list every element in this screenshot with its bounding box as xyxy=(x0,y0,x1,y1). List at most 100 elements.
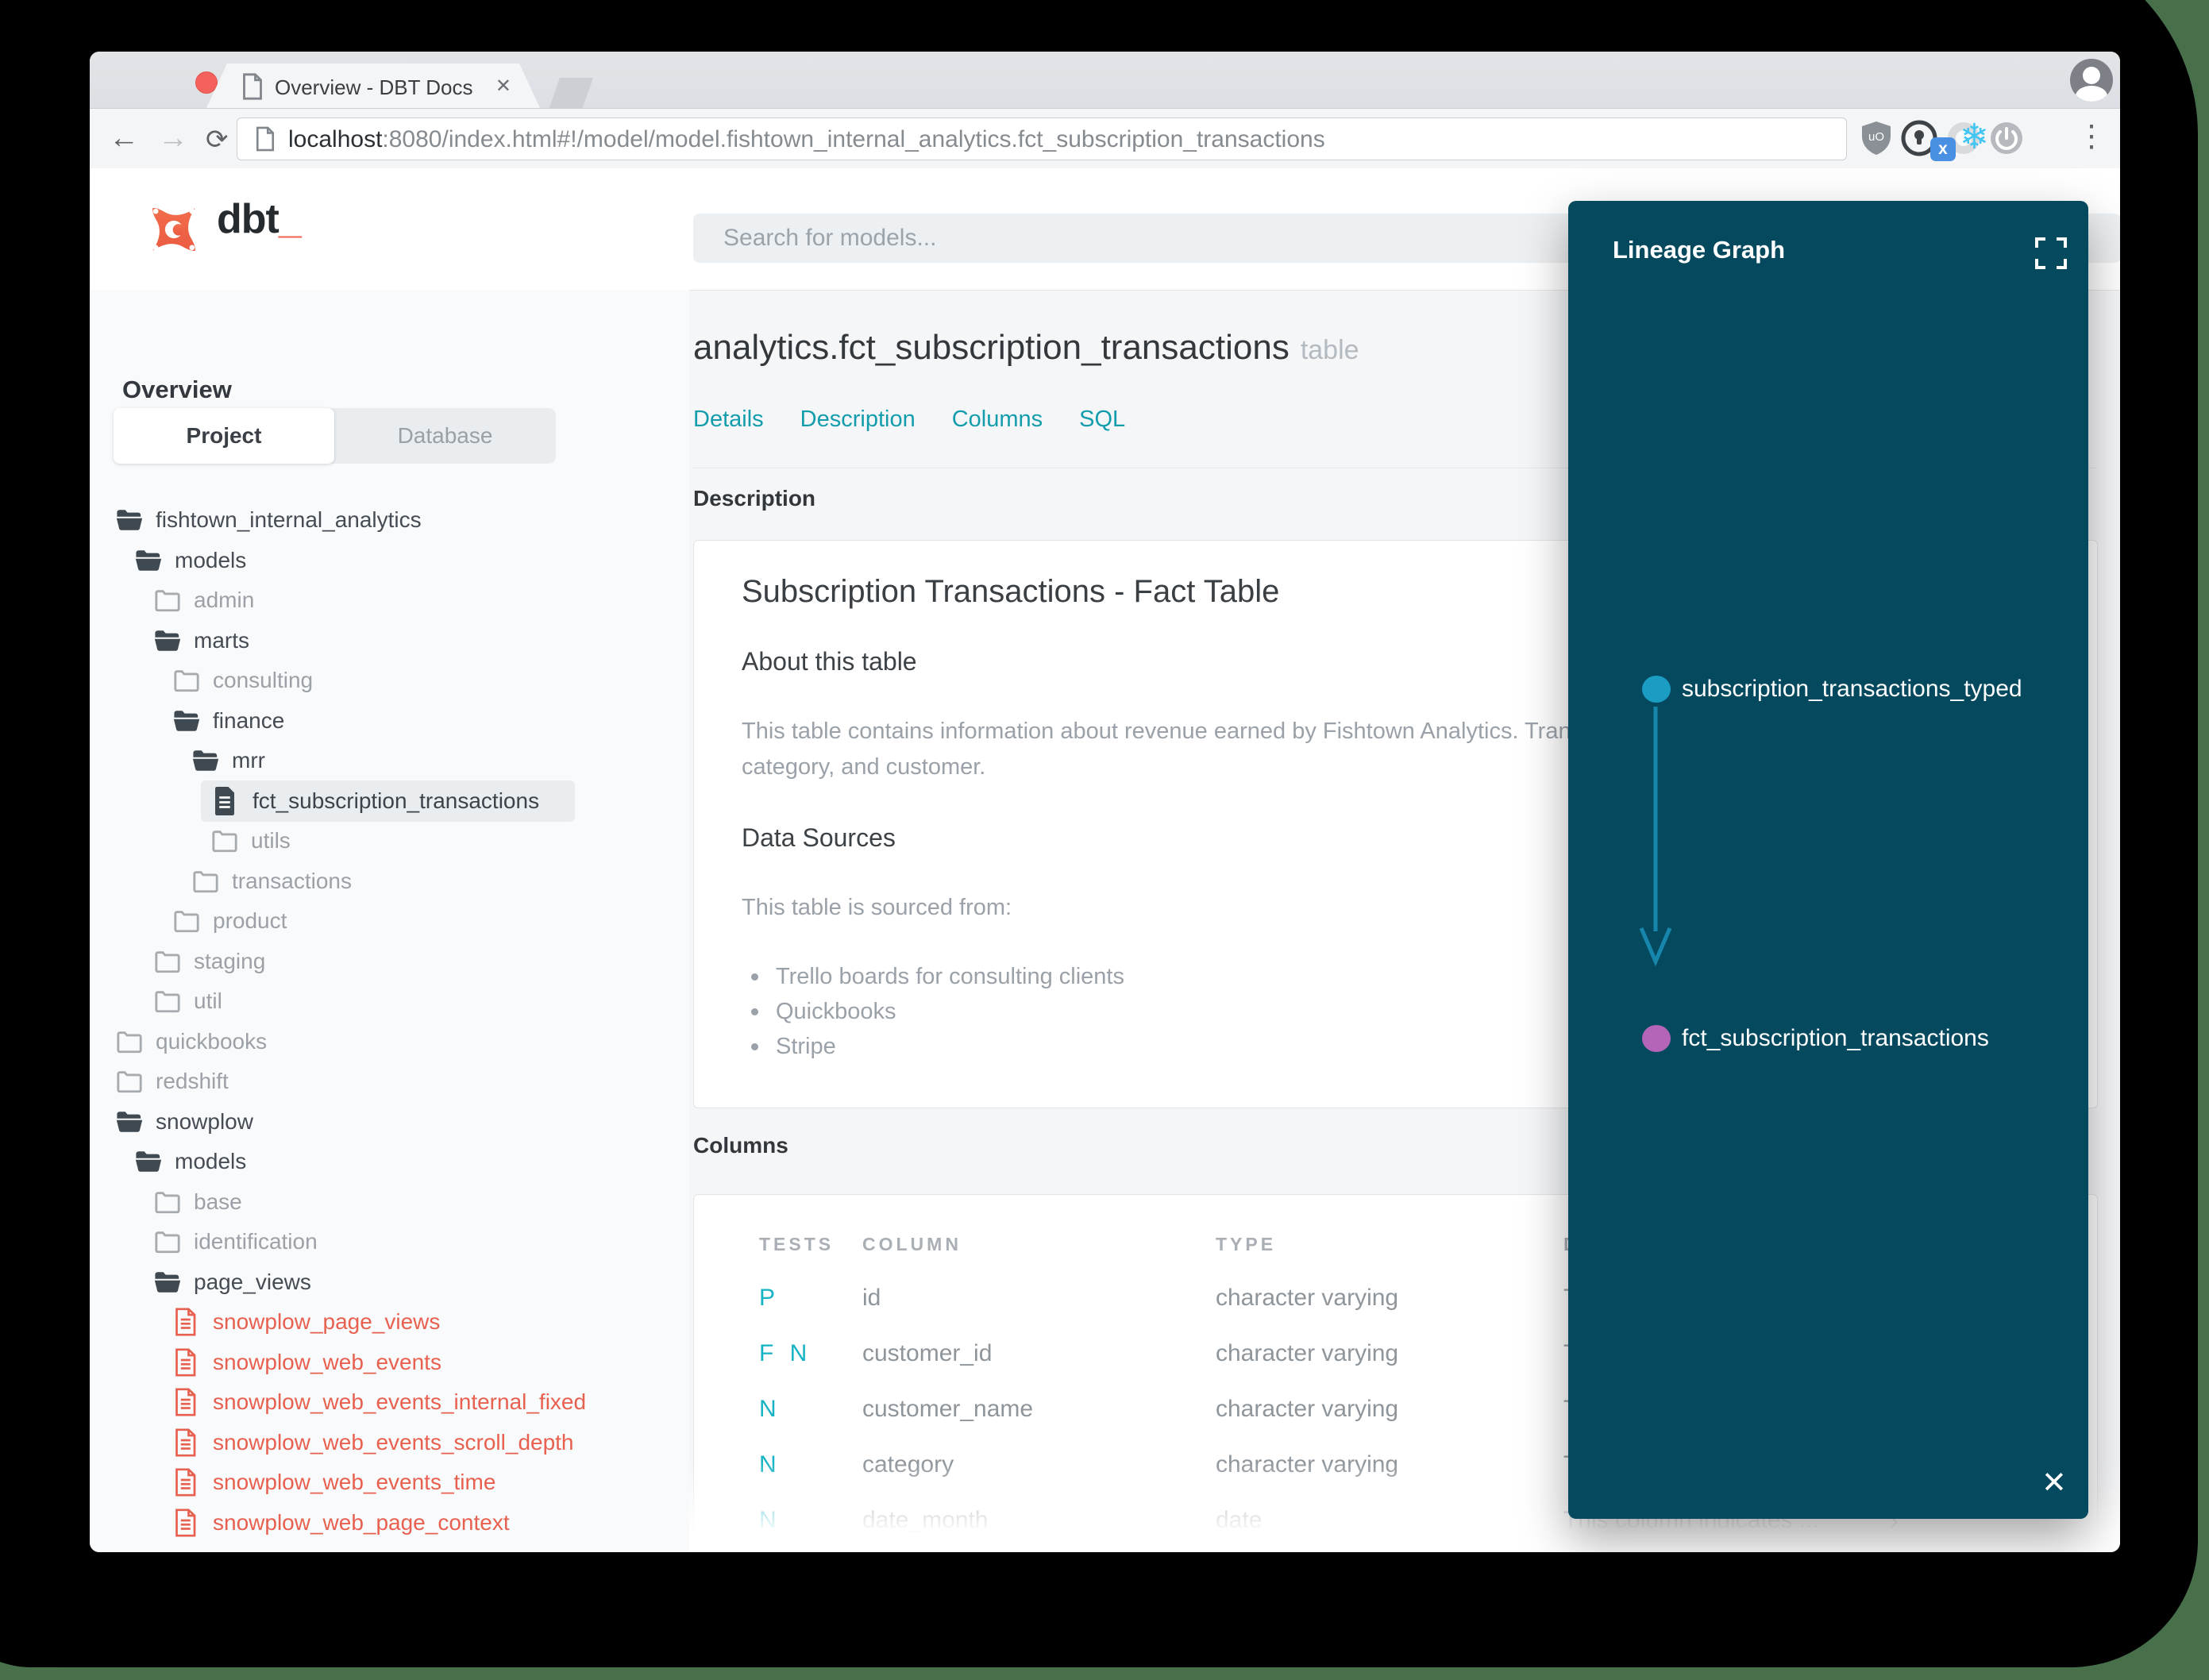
logo-cursor: _ xyxy=(278,196,302,242)
tree-item-snowplow_web_events_internal_fixed[interactable]: snowplow_web_events_internal_fixed xyxy=(173,1381,586,1423)
col-header-tests: TESTS xyxy=(759,1234,835,1254)
lineage-edge-arrow xyxy=(1639,707,1672,967)
tab-title: Overview - DBT Docs xyxy=(275,75,473,99)
folder-open-icon xyxy=(192,747,219,774)
doc-red-icon xyxy=(173,1308,200,1336)
bullet-icon xyxy=(751,1008,758,1015)
lineage-graph-panel: Lineage Graph subscription_transactions_… xyxy=(1568,201,2088,1519)
tree-item-snowplow[interactable]: snowplow xyxy=(116,1101,253,1142)
doc-red-icon xyxy=(173,1508,200,1537)
tab-description[interactable]: Description xyxy=(800,407,916,433)
resource-type-badge: table xyxy=(1300,335,1359,365)
sidebar-heading: Overview xyxy=(122,376,232,403)
folder-icon xyxy=(154,1189,181,1216)
page-icon xyxy=(255,126,276,156)
lineage-title: Lineage Graph xyxy=(1613,236,1786,264)
browser-menu-icon[interactable]: ⋮ xyxy=(2076,118,2107,154)
folder-open-icon xyxy=(135,547,162,574)
browser-window: Overview - DBT Docs ✕ ← → ⟳ localhost:80… xyxy=(90,52,2120,1552)
folder-icon xyxy=(173,907,200,934)
folder-open-icon xyxy=(116,1108,143,1135)
url-bar[interactable]: localhost:8080/index.html#!/model/model.… xyxy=(237,118,1847,160)
source-list-item: Quickbooks xyxy=(751,999,896,1025)
tree-item-models[interactable]: models xyxy=(135,1141,246,1182)
power-extension-icon[interactable] xyxy=(1987,119,2026,157)
tree-item-models[interactable]: models xyxy=(135,540,246,581)
browser-tab[interactable]: Overview - DBT Docs ✕ xyxy=(206,64,540,108)
avatar-head xyxy=(2083,67,2100,84)
column-tests: P xyxy=(759,1285,781,1311)
tree-item-page_views[interactable]: page_views xyxy=(154,1262,311,1303)
tree-item-finance[interactable]: finance xyxy=(173,700,284,742)
lineage-node-fct_subscription_transactions[interactable]: fct_subscription_transactions xyxy=(1642,1021,1989,1056)
lineage-node-subscription_transactions_typed[interactable]: subscription_transactions_typed xyxy=(1642,672,2022,707)
tree-item-consulting[interactable]: consulting xyxy=(173,660,313,701)
tree-item-mrr[interactable]: mrr xyxy=(192,740,265,781)
browser-toolbar: ← → ⟳ localhost:8080/index.html#!/model/… xyxy=(90,109,2120,169)
fullscreen-icon[interactable] xyxy=(2034,236,2068,271)
doc-icon xyxy=(213,786,240,815)
back-icon[interactable]: ← xyxy=(109,123,139,153)
url-path: :8080/index.html#!/model/model.fishtown_… xyxy=(382,126,1325,152)
source-list-item: Trello boards for consulting clients xyxy=(751,964,1124,990)
node-circle-icon xyxy=(1642,1025,1671,1052)
doc-red-icon xyxy=(173,1428,200,1457)
tree-item-fishtown_internal_analytics[interactable]: fishtown_internal_analytics xyxy=(116,499,422,541)
folder-icon xyxy=(154,1228,181,1255)
tree-item-redshift[interactable]: redshift xyxy=(116,1061,229,1102)
col-header-column: COLUMN xyxy=(862,1234,962,1254)
doc-red-icon xyxy=(173,1468,200,1497)
tab-project[interactable]: Project xyxy=(114,408,334,464)
tree-item-snowplow_web_page_context[interactable]: snowplow_web_page_context xyxy=(173,1502,510,1543)
tree-item-identification[interactable]: identification xyxy=(154,1221,318,1262)
tree-item-admin[interactable]: admin xyxy=(154,580,254,621)
tree-item-snowplow_web_events_scroll_depth[interactable]: snowplow_web_events_scroll_depth xyxy=(173,1422,574,1463)
bullet-icon xyxy=(751,973,758,981)
dbt-logo-icon[interactable] xyxy=(143,198,205,264)
bullet-icon xyxy=(751,1043,758,1050)
new-tab-button[interactable] xyxy=(549,78,593,110)
column-type: character varying xyxy=(1216,1396,1399,1422)
close-icon[interactable]: ✕ xyxy=(2041,1465,2067,1501)
profile-avatar[interactable] xyxy=(2070,59,2113,102)
about-paragraph-line2: category, and customer. xyxy=(742,754,986,780)
tree-item-transactions[interactable]: transactions xyxy=(192,861,352,902)
tab-sql[interactable]: SQL xyxy=(1079,407,1125,433)
desktop: Overview - DBT Docs ✕ ← → ⟳ localhost:80… xyxy=(0,0,2209,1680)
tree-item-snowplow_web_events_time[interactable]: snowplow_web_events_time xyxy=(173,1462,495,1503)
close-window-button[interactable] xyxy=(195,71,218,94)
column-tests: N xyxy=(759,1396,781,1422)
tab-close-icon[interactable]: ✕ xyxy=(495,75,511,98)
extension-badge: x xyxy=(1930,137,1956,161)
doc-red-icon xyxy=(173,1388,200,1416)
tree-item-quickbooks[interactable]: quickbooks xyxy=(116,1021,267,1062)
folder-icon xyxy=(154,587,181,614)
tree-item-marts[interactable]: marts xyxy=(154,620,249,661)
snowflake-icon[interactable]: ❄ xyxy=(1960,117,1989,157)
description-section-label: Description xyxy=(693,486,816,511)
tree-item-util[interactable]: util xyxy=(154,981,222,1022)
avatar-body xyxy=(2076,86,2107,102)
forward-icon[interactable]: → xyxy=(158,123,188,153)
folder-icon xyxy=(192,868,219,895)
col-header-type: TYPE xyxy=(1216,1234,1277,1254)
folder-open-icon xyxy=(154,627,181,654)
tree-item-utils[interactable]: utils xyxy=(211,820,291,861)
tree-item-staging[interactable]: staging xyxy=(154,941,265,982)
folder-icon xyxy=(116,1068,143,1095)
tab-columns[interactable]: Columns xyxy=(952,407,1043,433)
tab-database[interactable]: Database xyxy=(334,408,556,464)
folder-icon xyxy=(154,988,181,1015)
ublock-shield-icon[interactable]: uO xyxy=(1857,119,1895,157)
tree-item-base[interactable]: base xyxy=(154,1181,242,1223)
sources-intro: This table is sourced from: xyxy=(742,895,1012,920)
tree-item-product[interactable]: product xyxy=(173,900,287,942)
tree-item-snowplow_web_events[interactable]: snowplow_web_events xyxy=(173,1342,441,1383)
tree-item-snowplow_page_views[interactable]: snowplow_page_views xyxy=(173,1301,440,1343)
column-name: customer_id xyxy=(862,1340,993,1366)
tree-item-fct_subscription_transactions[interactable]: fct_subscription_transactions xyxy=(201,780,575,822)
folder-open-icon xyxy=(116,507,143,534)
tab-details[interactable]: Details xyxy=(693,407,764,433)
reload-icon[interactable]: ⟳ xyxy=(206,125,229,155)
svg-text:uO: uO xyxy=(1868,130,1884,144)
